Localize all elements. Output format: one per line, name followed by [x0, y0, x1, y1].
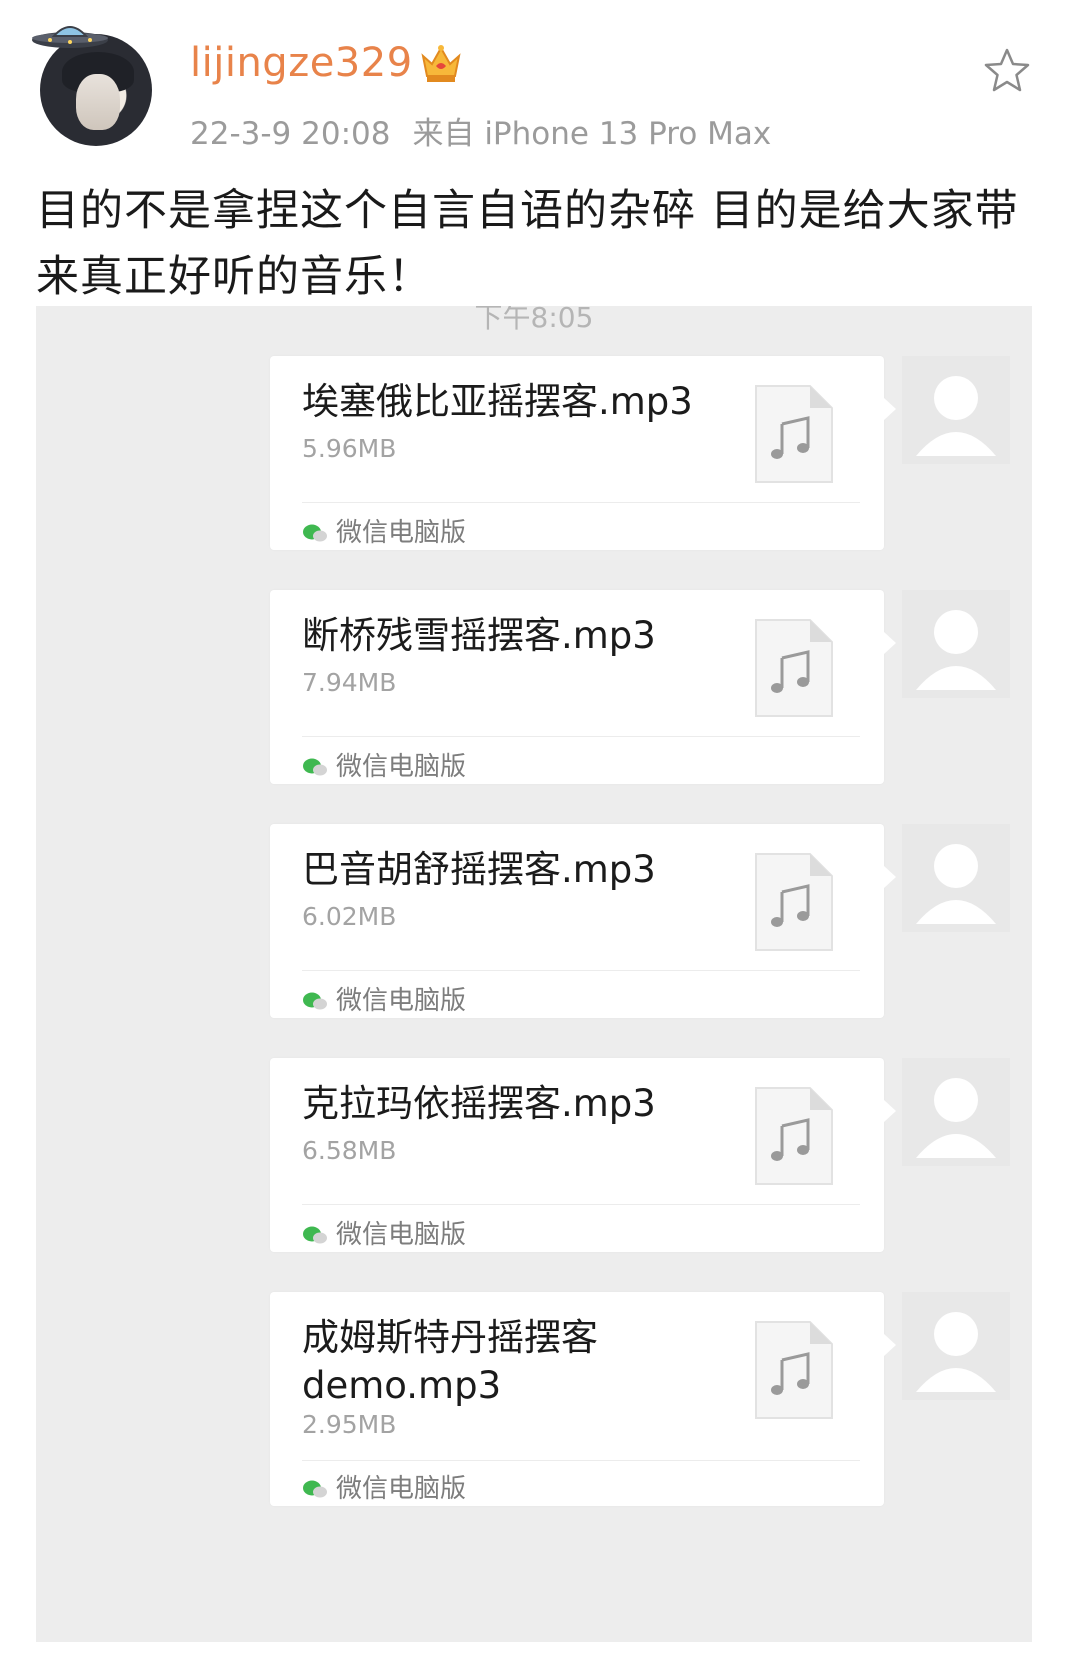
- default-avatar-icon: [916, 376, 996, 456]
- file-name: 断桥残雪摇摆客.mp3: [302, 614, 656, 657]
- contact-avatar[interactable]: [902, 590, 1010, 698]
- default-avatar-icon: [916, 610, 996, 690]
- file-name: 克拉玛依摇摆客.mp3: [302, 1082, 656, 1125]
- file-bubble[interactable]: 埃塞俄比亚摇摆客.mp3 5.96MB 微信电脑版: [270, 356, 896, 550]
- wechat-icon: [303, 1480, 327, 1498]
- contact-avatar[interactable]: [902, 824, 1010, 932]
- message-source: 微信电脑版: [302, 1468, 466, 1505]
- source-label: 微信电脑版: [336, 986, 467, 1016]
- music-file-icon: [755, 853, 833, 951]
- message-source: 微信电脑版: [302, 746, 466, 783]
- file-size: 7.94MB: [302, 668, 397, 697]
- message-source: 微信电脑版: [302, 980, 466, 1017]
- post-header: lijingze329 22-3-9 20:08 来自 iPhone 13 Pro…: [0, 0, 1080, 170]
- default-avatar-icon: [916, 844, 996, 924]
- file-size: 6.58MB: [302, 1136, 397, 1165]
- file-bubble[interactable]: 克拉玛依摇摆客.mp3 6.58MB 微信电脑版: [270, 1058, 896, 1252]
- chat-message: 克拉玛依摇摆客.mp3 6.58MB 微信电脑版: [36, 1058, 1032, 1258]
- file-bubble[interactable]: 成姆斯特丹摇摆客demo.mp3 2.95MB 微信电脑版: [270, 1292, 896, 1506]
- file-name: 埃塞俄比亚摇摆客.mp3: [302, 380, 693, 423]
- chat-message: 巴音胡舒摇摆客.mp3 6.02MB 微信电脑版: [36, 824, 1032, 1024]
- default-avatar-icon: [916, 1078, 996, 1158]
- post-date: 22-3-9 20:08: [190, 116, 391, 152]
- chat-time: 下午8:05: [474, 306, 594, 334]
- contact-avatar[interactable]: [902, 356, 1010, 464]
- divider: [302, 970, 860, 971]
- divider: [302, 736, 860, 737]
- file-name: 巴音胡舒摇摆客.mp3: [302, 848, 656, 891]
- divider: [302, 502, 860, 503]
- star-icon[interactable]: [982, 46, 1032, 96]
- post-source: 来自 iPhone 13 Pro Max: [412, 116, 772, 152]
- divider: [302, 1460, 860, 1461]
- ufo-decoration-icon: [32, 26, 108, 48]
- post-text: 目的不是拿捏这个自言自语的杂碎 目的是给大家带来真正好听的音乐！: [36, 186, 1019, 302]
- file-size: 5.96MB: [302, 434, 397, 463]
- chat-message: 成姆斯特丹摇摆客demo.mp3 2.95MB 微信电脑版: [36, 1292, 1032, 1522]
- source-label: 微信电脑版: [336, 1220, 467, 1250]
- music-file-icon: [755, 1087, 833, 1185]
- post-meta: 22-3-9 20:08 来自 iPhone 13 Pro Max: [190, 108, 771, 153]
- wechat-icon: [303, 1226, 327, 1244]
- username-link[interactable]: lijingze329: [190, 40, 413, 86]
- source-label: 微信电脑版: [336, 1474, 467, 1504]
- default-avatar-icon: [916, 1312, 996, 1392]
- embedded-chat-screenshot: 下午8:05 埃塞俄比亚摇摆客.mp3 5.96MB 微信电脑版 断桥残雪摇摆客…: [36, 306, 1032, 1642]
- file-name: 成姆斯特丹摇摆客demo.mp3: [302, 1316, 598, 1407]
- wechat-icon: [303, 524, 327, 542]
- avatar-face: [76, 74, 120, 130]
- divider: [302, 1204, 860, 1205]
- file-size: 2.95MB: [302, 1410, 397, 1439]
- file-bubble[interactable]: 断桥残雪摇摆客.mp3 7.94MB 微信电脑版: [270, 590, 896, 784]
- wechat-icon: [303, 758, 327, 776]
- message-source: 微信电脑版: [302, 512, 466, 549]
- music-file-icon: [755, 1321, 833, 1419]
- contact-avatar[interactable]: [902, 1058, 1010, 1166]
- crown-badge-icon[interactable]: [418, 42, 464, 86]
- music-file-icon: [755, 385, 833, 483]
- chat-message: 断桥残雪摇摆客.mp3 7.94MB 微信电脑版: [36, 590, 1032, 790]
- file-size: 6.02MB: [302, 902, 397, 931]
- contact-avatar[interactable]: [902, 1292, 1010, 1400]
- message-source: 微信电脑版: [302, 1214, 466, 1251]
- wechat-icon: [303, 992, 327, 1010]
- source-label: 微信电脑版: [336, 518, 467, 548]
- music-file-icon: [755, 619, 833, 717]
- file-bubble[interactable]: 巴音胡舒摇摆客.mp3 6.02MB 微信电脑版: [270, 824, 896, 1018]
- source-label: 微信电脑版: [336, 752, 467, 782]
- chat-message: 埃塞俄比亚摇摆客.mp3 5.96MB 微信电脑版: [36, 356, 1032, 556]
